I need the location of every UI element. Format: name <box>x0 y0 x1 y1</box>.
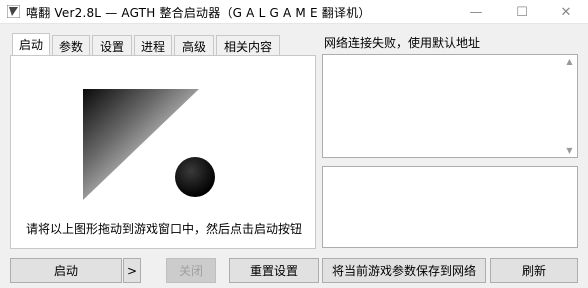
drag-hint-text: 请将以上图形拖动到游戏窗口中，然后点击启动按钮 <box>25 222 302 236</box>
start-button[interactable]: 启动 <box>10 258 122 283</box>
tab-params[interactable]: 参数 <box>52 35 90 56</box>
tab-related[interactable]: 相关内容 <box>216 35 280 56</box>
log-textarea[interactable] <box>322 166 578 248</box>
network-status-text: 网络连接失败，使用默认地址 <box>324 36 481 50</box>
scroll-up-icon[interactable]: ▲ <box>564 56 575 67</box>
start-tab-panel: 请将以上图形拖动到游戏窗口中，然后点击启动按钮 <box>10 55 316 249</box>
scroll-down-icon[interactable]: ▼ <box>564 145 575 156</box>
reset-settings-button[interactable]: 重置设置 <box>229 258 319 283</box>
minimize-button[interactable]: — <box>454 0 498 24</box>
app-icon <box>7 5 20 18</box>
window-title: 嘻翻 Ver2.8L — AGTH 整合启动器（G A L G A M E 翻译… <box>26 6 371 20</box>
tab-start[interactable]: 启动 <box>12 33 50 55</box>
tab-settings[interactable]: 设置 <box>92 35 132 56</box>
more-options-button[interactable]: > <box>123 258 141 283</box>
save-params-to-network-button[interactable]: 将当前游戏参数保存到网络 <box>322 258 486 283</box>
close-button[interactable]: 关闭 <box>166 258 216 283</box>
refresh-button[interactable]: 刷新 <box>490 258 578 283</box>
close-window-button[interactable]: ✕ <box>544 0 588 24</box>
maximize-button[interactable]: ☐ <box>500 0 544 24</box>
tab-process[interactable]: 进程 <box>134 35 172 56</box>
title-bar: 嘻翻 Ver2.8L — AGTH 整合启动器（G A L G A M E 翻译… <box>0 0 588 24</box>
drag-target-shape-icon[interactable] <box>83 89 217 200</box>
info-textarea[interactable]: ▲ ▼ <box>322 54 578 158</box>
tab-advanced[interactable]: 高级 <box>174 35 214 56</box>
